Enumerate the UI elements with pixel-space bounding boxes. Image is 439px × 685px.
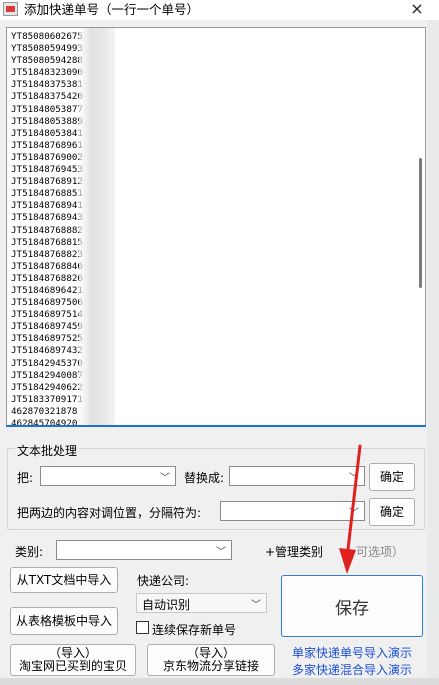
separator-combo[interactable]: ﹀ bbox=[220, 501, 365, 521]
tracking-number-line: JT51846897506 bbox=[11, 297, 83, 309]
tracking-number-line: YT85080594993 bbox=[11, 43, 83, 55]
tracking-numbers-textarea[interactable]: YT85080602675 YT85080594993 YT85080594288 J… bbox=[6, 27, 426, 427]
continuous-save-label[interactable]: 连续保存新单号 bbox=[152, 621, 236, 638]
tracking-number-line: JT51848768912 bbox=[11, 176, 83, 188]
tracking-number-line: JT51846897525 bbox=[11, 333, 83, 345]
tracking-numbers-list: YT85080602675 YT85080594993 YT85080594288 J… bbox=[11, 31, 83, 426]
multi-courier-demo-link[interactable]: 多家快递混合导入演示 bbox=[292, 661, 412, 678]
tracking-number-line: JT51848053841 bbox=[11, 127, 83, 139]
replace-to-label: 替换成: bbox=[184, 471, 225, 485]
tracking-number-line: JT51848768823 bbox=[11, 248, 83, 260]
swap-confirm-button[interactable]: 确定 bbox=[369, 498, 415, 526]
import-table-button[interactable]: 从表格模板中导入 bbox=[10, 607, 118, 635]
tracking-number-line: JT51846896421 bbox=[11, 284, 83, 296]
close-icon[interactable]: × bbox=[405, 0, 429, 20]
replace-from-label: 把: bbox=[17, 471, 34, 485]
privacy-blur-mask bbox=[79, 28, 115, 426]
courier-selected-value: 自动识别 bbox=[142, 598, 191, 612]
textarea-focus-underline bbox=[6, 425, 426, 427]
tracking-number-line: YT85080602675 bbox=[11, 31, 83, 42]
chevron-down-icon: ﹀ bbox=[216, 547, 226, 558]
category-label: 类别: bbox=[15, 545, 44, 559]
scrollbar-thumb[interactable] bbox=[419, 158, 422, 288]
import-jd-button[interactable]: （导入） 京东物流分享链接 bbox=[147, 644, 275, 676]
chevron-down-icon: ﹀ bbox=[349, 473, 359, 484]
tracking-number-line: JT51848768846 bbox=[11, 260, 83, 272]
swap-label: 把两边的内容对调位置，分隔符为: bbox=[17, 506, 202, 520]
background-window-bottom bbox=[0, 678, 439, 685]
vertical-scrollbar[interactable] bbox=[415, 28, 425, 426]
tracking-number-line: JT51848053889 bbox=[11, 115, 83, 127]
chevron-down-icon: ﹀ bbox=[251, 600, 261, 611]
tracking-number-line: JT51848768851 bbox=[11, 188, 83, 200]
app-icon bbox=[3, 2, 18, 16]
tracking-number-line: JT51842940087 bbox=[11, 369, 83, 381]
batch-group-title: 文本批处理 bbox=[15, 442, 80, 459]
courier-label: 快递公司: bbox=[137, 574, 190, 588]
window-title: 添加快递单号（一行一个单号） bbox=[24, 2, 200, 17]
import-txt-button[interactable]: 从TXT文档中导入 bbox=[10, 567, 118, 593]
single-courier-demo-link[interactable]: 单家快递单号导入演示 bbox=[292, 644, 412, 661]
import-taobao-button[interactable]: （导入） 淘宝网已买到的宝贝 bbox=[10, 644, 136, 676]
tracking-number-line: JT51842945370 bbox=[11, 357, 83, 369]
tracking-number-line: JT51846897459 bbox=[11, 321, 83, 333]
tracking-number-line: JT51842940622 bbox=[11, 381, 83, 393]
chevron-down-icon: ﹀ bbox=[349, 508, 359, 519]
replace-confirm-button[interactable]: 确定 bbox=[369, 463, 415, 491]
save-button[interactable]: 保存 bbox=[281, 575, 423, 637]
title-bar: 添加快递单号（一行一个单号） × bbox=[0, 0, 439, 20]
continuous-save-checkbox[interactable] bbox=[136, 621, 149, 634]
tracking-number-line: 462870321878 bbox=[11, 405, 78, 417]
background-window-edge bbox=[427, 0, 439, 685]
tracking-number-line: JT51848375381 bbox=[11, 79, 83, 91]
tracking-number-line: JT51848768882 bbox=[11, 224, 83, 236]
chevron-down-icon: ﹀ bbox=[160, 473, 170, 484]
tracking-number-line: JT51833709171 bbox=[11, 393, 83, 405]
tracking-number-line: JT51848323090 bbox=[11, 67, 83, 79]
courier-combo[interactable]: 自动识别 ﹀ bbox=[136, 593, 267, 613]
replace-from-combo[interactable]: ﹀ bbox=[40, 466, 176, 486]
tracking-number-line: JT51848375420 bbox=[11, 91, 83, 103]
tracking-number-line: JT51848769453 bbox=[11, 164, 83, 176]
tracking-number-line: JT51848768941 bbox=[11, 200, 83, 212]
optional-hint: 可选项） bbox=[356, 545, 405, 559]
tracking-number-line: YT85080594288 bbox=[11, 55, 83, 67]
tracking-number-line: JT51848768826 bbox=[11, 272, 83, 284]
tracking-number-line: JT51846897514 bbox=[11, 309, 83, 321]
tracking-number-line: JT51848769002 bbox=[11, 151, 83, 163]
tracking-number-line: JT51848768961 bbox=[11, 139, 83, 151]
tracking-number-line: JT51848768815 bbox=[11, 236, 83, 248]
category-combo[interactable]: ﹀ bbox=[56, 540, 232, 560]
tracking-number-line: JT51848768943 bbox=[11, 212, 83, 224]
tracking-number-line: JT51846897432 bbox=[11, 345, 83, 357]
replace-to-combo[interactable]: ﹀ bbox=[229, 466, 365, 486]
tracking-number-line: JT51848053877 bbox=[11, 103, 83, 115]
manage-category-link[interactable]: +管理类别 bbox=[265, 543, 323, 560]
